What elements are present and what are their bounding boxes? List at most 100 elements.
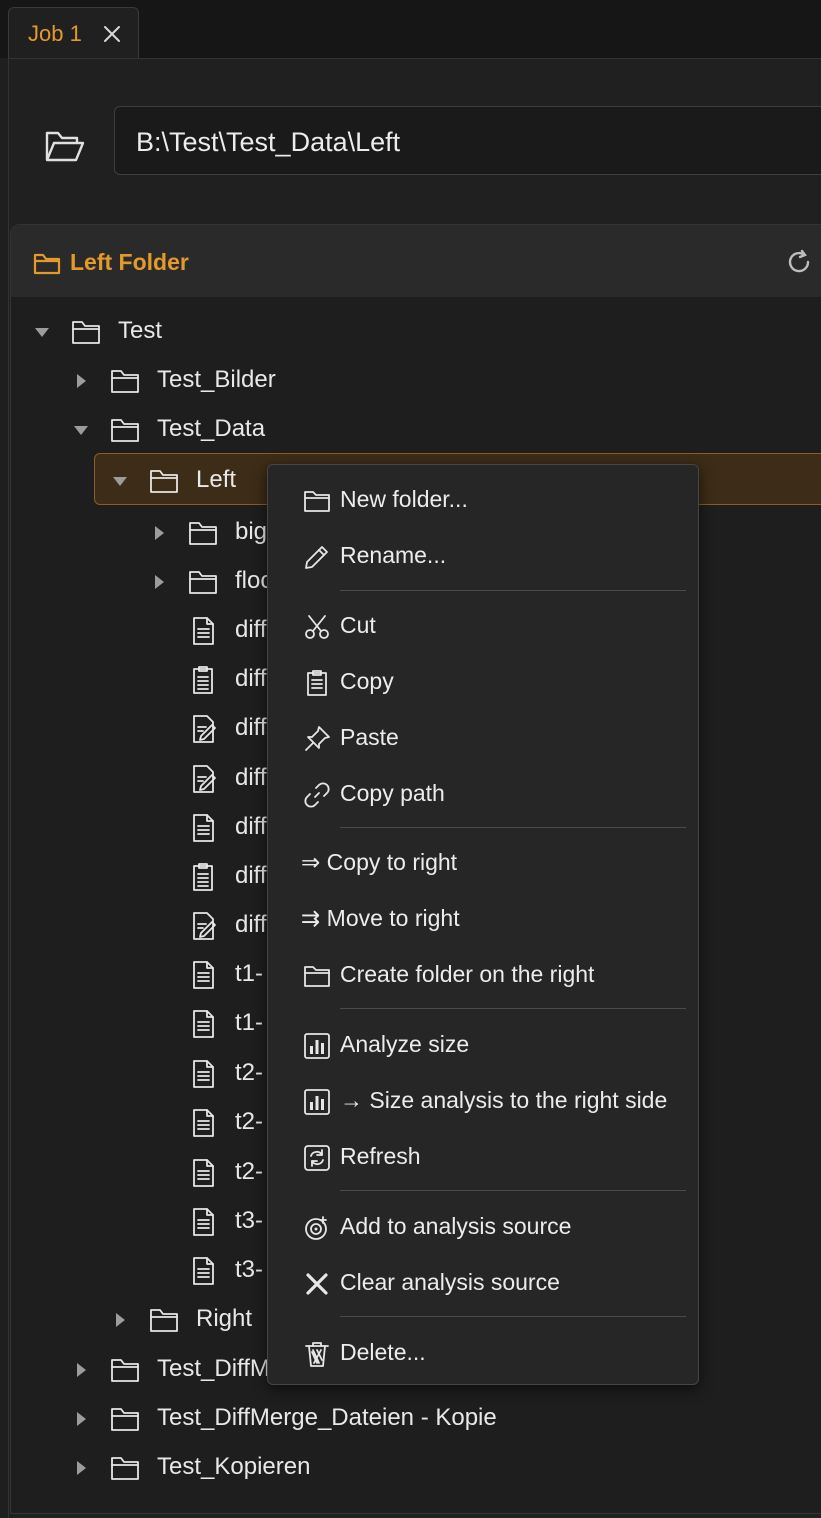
tree-item-label: diff xyxy=(235,616,267,643)
edit-file-icon xyxy=(188,912,218,940)
menu-item-label: ⇒ Copy to right xyxy=(301,849,458,875)
clipboard-icon xyxy=(188,863,218,891)
menu-item-label: → Size analysis to the right side xyxy=(340,1087,668,1113)
menu-item-label: Add to analysis source xyxy=(340,1213,572,1239)
expand-arrow-right-icon[interactable] xyxy=(73,1411,89,1427)
tree-item-label: Left xyxy=(196,466,237,493)
menu-item-label: Cut xyxy=(340,612,376,638)
expand-arrow-down-icon[interactable] xyxy=(34,324,50,340)
menu-item-refresh[interactable]: Refresh xyxy=(268,1133,698,1183)
expand-arrow-right-icon[interactable] xyxy=(112,1312,128,1328)
tree-item-label: Right xyxy=(196,1305,253,1332)
pin-icon xyxy=(303,725,331,753)
folder-icon xyxy=(188,568,218,596)
menu-separator xyxy=(340,1190,686,1191)
tree-item-label: Test_Bilder xyxy=(157,366,276,393)
menu-item-label: Copy path xyxy=(340,780,445,806)
tree-item-label: big xyxy=(235,518,268,545)
file-icon xyxy=(188,617,218,645)
close-icon[interactable] xyxy=(102,24,122,44)
menu-item-copy-to-right[interactable]: ⇒ Copy to right xyxy=(268,839,698,889)
tree-item-label: diff xyxy=(235,665,267,692)
tree-item-label: diff xyxy=(235,714,267,741)
tree-item-label: Test_DiffMerge_Dateien - Kopie xyxy=(157,1404,497,1431)
tree-item-label: Test xyxy=(118,317,163,344)
menu-item-paste[interactable]: Paste xyxy=(268,714,698,764)
menu-item-create-folder-on-the-right[interactable]: Create folder on the right xyxy=(268,951,698,1001)
menu-item-label: Copy xyxy=(340,668,394,694)
expand-arrow-right-icon[interactable] xyxy=(151,574,167,590)
x-icon xyxy=(303,1270,331,1298)
tree-item-label: t1- xyxy=(235,1009,264,1036)
menu-item-label: Paste xyxy=(340,724,399,750)
folder-icon xyxy=(33,252,61,276)
tree-item-label: diff xyxy=(235,764,267,791)
file-icon xyxy=(188,814,218,842)
file-icon xyxy=(188,1257,218,1285)
menu-item-label: New folder... xyxy=(340,486,468,512)
menu-item-copy-path[interactable]: Copy path xyxy=(268,770,698,820)
menu-item-add-to-analysis-source[interactable]: Add to analysis source xyxy=(268,1203,698,1253)
tree-item-label: Test_Kopieren xyxy=(157,1453,311,1480)
folder-icon xyxy=(110,1454,140,1482)
file-icon xyxy=(188,1109,218,1137)
menu-item-delete[interactable]: Delete... xyxy=(268,1329,698,1379)
folder-icon xyxy=(149,467,179,495)
tree-item-label: t3- xyxy=(235,1256,264,1283)
expand-arrow-right-icon[interactable] xyxy=(73,1362,89,1378)
menu-item-clear-analysis-source[interactable]: Clear analysis source xyxy=(268,1259,698,1309)
menu-item-copy[interactable]: Copy xyxy=(268,658,698,708)
menu-item-label: Analyze size xyxy=(340,1031,470,1057)
folder-icon xyxy=(149,1306,179,1334)
tree-item-label: diff xyxy=(235,862,267,889)
link-icon xyxy=(303,781,331,809)
expand-arrow-down-icon[interactable] xyxy=(73,422,89,438)
folder-icon xyxy=(188,519,218,547)
menu-item-cut[interactable]: Cut xyxy=(268,602,698,652)
menu-item-label: Create folder on the right xyxy=(340,961,595,987)
refresh-icon[interactable] xyxy=(786,249,812,275)
file-icon xyxy=(188,961,218,989)
menu-separator xyxy=(340,1316,686,1317)
menu-item-move-to-right[interactable]: ⇉ Move to right xyxy=(268,895,698,945)
path-input[interactable]: B:\Test\Test_Data\Left xyxy=(114,106,821,175)
expand-arrow-right-icon[interactable] xyxy=(73,373,89,389)
tree-item-label: Test_Data xyxy=(157,415,266,442)
edit-file-icon xyxy=(188,765,218,793)
folder-icon xyxy=(110,1405,140,1433)
tree-item-label: t1- xyxy=(235,960,264,987)
folder-icon xyxy=(303,487,331,515)
open-folder-icon[interactable] xyxy=(44,128,86,164)
tree-item-label: t2- xyxy=(235,1059,264,1086)
menu-separator xyxy=(340,590,686,591)
expand-arrow-down-icon[interactable] xyxy=(112,473,128,489)
panel-title: Left Folder xyxy=(70,249,189,275)
menu-separator xyxy=(340,1008,686,1009)
folder-icon xyxy=(303,962,331,990)
trash-icon xyxy=(303,1340,331,1368)
menu-item-label: Refresh xyxy=(340,1143,421,1169)
edit-file-icon xyxy=(188,715,218,743)
menu-item-rename[interactable]: Rename... xyxy=(268,532,698,582)
folder-icon xyxy=(110,1356,140,1384)
menu-item-label: Rename... xyxy=(340,542,447,568)
tab-job-1[interactable]: Job 1 xyxy=(8,7,139,59)
folder-icon xyxy=(110,367,140,395)
file-icon xyxy=(188,1159,218,1187)
menu-item-new-folder[interactable]: New folder... xyxy=(268,476,698,526)
path-value: B:\Test\Test_Data\Left xyxy=(136,127,401,157)
menu-item-size-analysis-to-the-right-side[interactable]: → Size analysis to the right side xyxy=(268,1077,698,1127)
bar-chart-icon xyxy=(303,1032,331,1060)
tree-item-label: diff xyxy=(235,813,267,840)
tree-item-label: t3- xyxy=(235,1207,264,1234)
file-icon xyxy=(188,1060,218,1088)
menu-item-label: Clear analysis source xyxy=(340,1269,560,1295)
scissors-icon xyxy=(303,613,331,641)
tree-item-label: Test_DiffM xyxy=(157,1355,270,1382)
target-add-icon xyxy=(303,1214,331,1242)
expand-arrow-right-icon[interactable] xyxy=(151,525,167,541)
menu-item-analyze-size[interactable]: Analyze size xyxy=(268,1021,698,1071)
expand-arrow-right-icon[interactable] xyxy=(73,1460,89,1476)
folder-icon xyxy=(110,416,140,444)
tab-label: Job 1 xyxy=(28,21,82,46)
